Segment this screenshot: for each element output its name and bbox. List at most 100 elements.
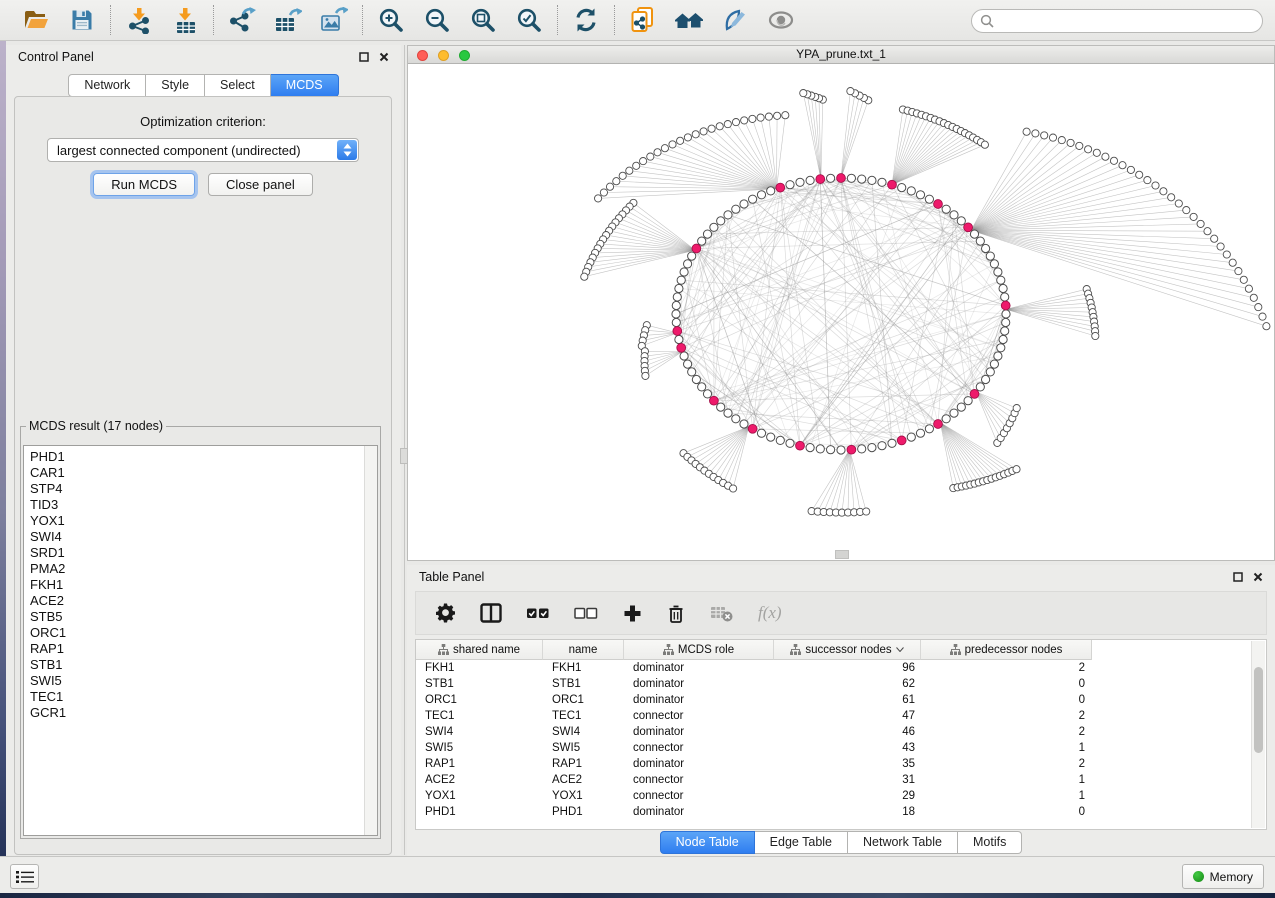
open-icon[interactable] (21, 5, 51, 35)
close-panel-button[interactable]: Close panel (208, 173, 313, 196)
mcds-node[interactable] (677, 343, 686, 352)
mcds-node[interactable] (710, 396, 719, 405)
list-item[interactable]: SRD1 (30, 545, 377, 561)
mcds-node[interactable] (934, 420, 943, 429)
column-header-shared-name[interactable]: shared name (416, 640, 543, 660)
table-row[interactable]: TEC1TEC1connector472 (416, 708, 1266, 724)
table-row[interactable]: SWI5SWI5connector431 (416, 740, 1266, 756)
mcds-node[interactable] (776, 183, 785, 192)
column-header-name[interactable]: name (543, 640, 624, 660)
select-all-icon[interactable] (526, 606, 550, 620)
zoom-selected-icon[interactable] (514, 5, 544, 35)
table-row[interactable]: STB1STB1dominator620 (416, 676, 1266, 692)
clone-network-icon[interactable] (628, 5, 658, 35)
memory-button[interactable]: Memory (1182, 864, 1264, 889)
table-row[interactable]: RAP1RAP1dominator352 (416, 756, 1266, 772)
network-window-titlebar[interactable]: YPA_prune.txt_1 (408, 46, 1274, 64)
show-graphics-icon[interactable] (766, 5, 796, 35)
tab-motifs[interactable]: Motifs (958, 831, 1022, 854)
split-panel-icon[interactable] (480, 603, 502, 623)
mcds-node[interactable] (847, 445, 856, 454)
list-item[interactable]: STP4 (30, 481, 377, 497)
table-row[interactable]: FKH1FKH1dominator962 (416, 660, 1266, 676)
deselect-all-icon[interactable] (574, 606, 598, 620)
gear-icon[interactable] (436, 603, 456, 623)
list-item[interactable]: SWI4 (30, 529, 377, 545)
table-scrollbar-thumb[interactable] (1254, 667, 1263, 753)
list-item[interactable]: ACE2 (30, 593, 377, 609)
tab-network-table[interactable]: Network Table (848, 831, 958, 854)
mcds-node[interactable] (1001, 301, 1010, 310)
network-canvas[interactable] (408, 64, 1274, 560)
list-item[interactable]: STB1 (30, 657, 377, 673)
tab-mcds[interactable]: MCDS (271, 74, 339, 97)
network-nodes[interactable] (581, 88, 1270, 517)
close-panel-icon[interactable] (378, 52, 389, 63)
tab-edge-table[interactable]: Edge Table (755, 831, 848, 854)
search-input[interactable] (999, 13, 1254, 29)
float-window-icon[interactable] (1232, 572, 1243, 583)
add-column-icon[interactable] (622, 604, 642, 623)
list-item[interactable]: PMA2 (30, 561, 377, 577)
node-table[interactable]: shared namenameMCDS rolesuccessor nodesp… (415, 639, 1267, 830)
tab-style[interactable]: Style (146, 74, 205, 97)
export-image-icon[interactable] (319, 5, 349, 35)
zoom-fit-icon[interactable] (468, 5, 498, 35)
search-box[interactable] (971, 9, 1263, 33)
style-editor-icon[interactable] (720, 5, 750, 35)
close-panel-icon[interactable] (1252, 572, 1263, 583)
mcds-node[interactable] (837, 174, 846, 183)
column-header-predecessor-nodes[interactable]: predecessor nodes (921, 640, 1091, 660)
list-item[interactable]: SWI5 (30, 673, 377, 689)
maximize-window-icon[interactable] (459, 50, 470, 61)
delete-table-icon[interactable] (710, 604, 734, 622)
mcds-node[interactable] (897, 436, 906, 445)
list-item[interactable]: PHD1 (30, 449, 377, 465)
table-row[interactable]: PHD1PHD1dominator180 (416, 804, 1266, 820)
list-item[interactable]: TID3 (30, 497, 377, 513)
import-network-icon[interactable] (124, 5, 154, 35)
mcds-node[interactable] (816, 175, 825, 184)
export-network-icon[interactable] (227, 5, 257, 35)
mcds-node[interactable] (673, 327, 682, 336)
tab-node-table[interactable]: Node Table (660, 831, 755, 854)
list-item[interactable]: YOX1 (30, 513, 377, 529)
minimize-window-icon[interactable] (438, 50, 449, 61)
zoom-in-icon[interactable] (376, 5, 406, 35)
import-table-icon[interactable] (170, 5, 200, 35)
column-header-successor-nodes[interactable]: successor nodes (774, 640, 921, 660)
save-icon[interactable] (67, 5, 97, 35)
float-window-icon[interactable] (358, 52, 369, 63)
mcds-node[interactable] (748, 424, 757, 433)
list-item[interactable]: FKH1 (30, 577, 377, 593)
run-mcds-button[interactable]: Run MCDS (93, 173, 195, 196)
mcds-node[interactable] (970, 390, 979, 399)
tab-network[interactable]: Network (68, 74, 146, 97)
tab-select[interactable]: Select (205, 74, 271, 97)
list-item[interactable]: TEC1 (30, 689, 377, 705)
table-scrollbar[interactable] (1251, 641, 1265, 828)
horizontal-splitter-handle[interactable] (835, 550, 849, 559)
mcds-node[interactable] (692, 244, 701, 253)
table-row[interactable]: ORC1ORC1dominator610 (416, 692, 1266, 708)
criterion-select[interactable]: largest connected component (undirected) (47, 138, 359, 162)
list-item[interactable]: STB5 (30, 609, 377, 625)
table-row[interactable]: SWI4SWI4dominator462 (416, 724, 1266, 740)
result-list-scrollbar[interactable] (364, 446, 377, 835)
column-header-MCDS-role[interactable]: MCDS role (624, 640, 774, 660)
export-table-icon[interactable] (273, 5, 303, 35)
zoom-out-icon[interactable] (422, 5, 452, 35)
close-window-icon[interactable] (417, 50, 428, 61)
table-row[interactable]: YOX1YOX1connector291 (416, 788, 1266, 804)
mcds-node[interactable] (964, 223, 973, 232)
mcds-node[interactable] (888, 180, 897, 189)
delete-column-icon[interactable] (666, 603, 686, 624)
list-item[interactable]: CAR1 (30, 465, 377, 481)
list-item[interactable]: ORC1 (30, 625, 377, 641)
refresh-icon[interactable] (571, 5, 601, 35)
list-item[interactable]: RAP1 (30, 641, 377, 657)
task-history-button[interactable] (10, 864, 39, 889)
mcds-node[interactable] (934, 200, 943, 209)
mcds-node[interactable] (796, 441, 805, 450)
network-overview-icon[interactable] (674, 5, 704, 35)
